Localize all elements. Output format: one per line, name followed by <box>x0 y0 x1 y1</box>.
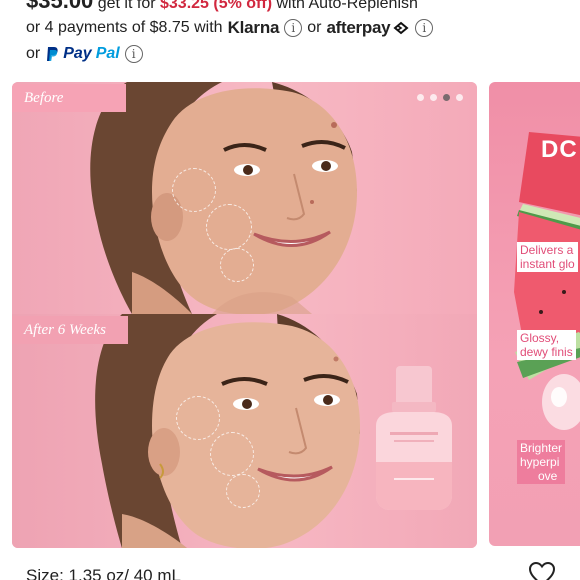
side-card-title: DC <box>541 136 578 163</box>
paypal-pal-text: Pal <box>95 45 120 62</box>
klarna-logo[interactable]: Klarna <box>228 15 280 41</box>
side-tag-line: dewy finis <box>520 345 573 359</box>
before-label: Before <box>12 84 126 112</box>
side-tag-line: Glossy, <box>520 331 560 345</box>
paypal-pay-text: Pay <box>63 45 92 62</box>
info-icon[interactable]: i <box>124 45 143 63</box>
after-guide-circle <box>176 396 220 440</box>
info-icon[interactable]: i <box>415 19 434 37</box>
serum-bottle-image <box>376 366 452 510</box>
carousel-dot-active[interactable] <box>443 94 450 101</box>
paypal-logo[interactable]: Pay Pal <box>45 41 120 67</box>
paypal-logo-icon <box>47 47 58 61</box>
carousel-dot[interactable] <box>417 94 424 101</box>
side-tag-delivers: Delivers a instant glo <box>517 242 578 272</box>
after-label: After 6 Weeks <box>12 316 128 344</box>
side-tag-brighter: Brighter hyperpi ove <box>517 440 566 484</box>
side-tag-glossy: Glossy, dewy finis <box>517 330 576 360</box>
auto-replenish-line: $35.00 get it for $33.25 (5% off) with A… <box>26 0 580 15</box>
heart-icon[interactable] <box>528 561 556 580</box>
or-text: or <box>26 45 41 62</box>
size-label: Size: 1.35 oz/ 40 mL <box>26 566 181 580</box>
carousel-dots[interactable] <box>417 94 463 101</box>
side-tag-line: hyperpi <box>520 455 560 469</box>
after-guide-circle <box>226 474 260 508</box>
paypal-line: or Pay Pal i <box>26 41 580 67</box>
before-guide-circle <box>206 204 252 250</box>
after-guide-circle <box>210 432 254 476</box>
auto-replenish-text: with Auto-Replenish <box>272 0 418 12</box>
afterpay-logo[interactable]: afterpay <box>327 15 411 41</box>
carousel-dot[interactable] <box>430 94 437 101</box>
product-image-card[interactable]: Before After 6 Weeks <box>12 82 477 548</box>
before-guide-circle <box>172 168 216 212</box>
before-panel: Before <box>12 82 477 314</box>
side-tag-line: ove <box>538 469 558 483</box>
afterpay-label: afterpay <box>326 18 391 37</box>
before-guide-circle <box>220 248 254 282</box>
carousel-dot[interactable] <box>456 94 463 101</box>
or-text: or <box>307 19 322 36</box>
side-tag-line: instant glo <box>520 257 575 271</box>
price: $35.00 <box>26 0 94 13</box>
price-block: $35.00 get it for $33.25 (5% off) with A… <box>26 0 580 67</box>
side-tag-line: Brighter <box>520 441 563 455</box>
installments-text: or 4 payments of $8.75 with <box>26 19 223 36</box>
installments-line: or 4 payments of $8.75 with Klarna i or … <box>26 15 580 41</box>
sale-price: $33.25 (5% off) <box>160 0 273 12</box>
side-tag-line: Delivers a <box>520 243 574 257</box>
price-middle-text: get it for <box>93 0 160 12</box>
after-panel: After 6 Weeks <box>12 314 477 548</box>
next-product-card[interactable]: DC Delivers a instant glo Glossy, dewy f… <box>489 82 580 546</box>
afterpay-arrows-icon <box>393 21 409 35</box>
info-icon[interactable]: i <box>284 19 303 37</box>
